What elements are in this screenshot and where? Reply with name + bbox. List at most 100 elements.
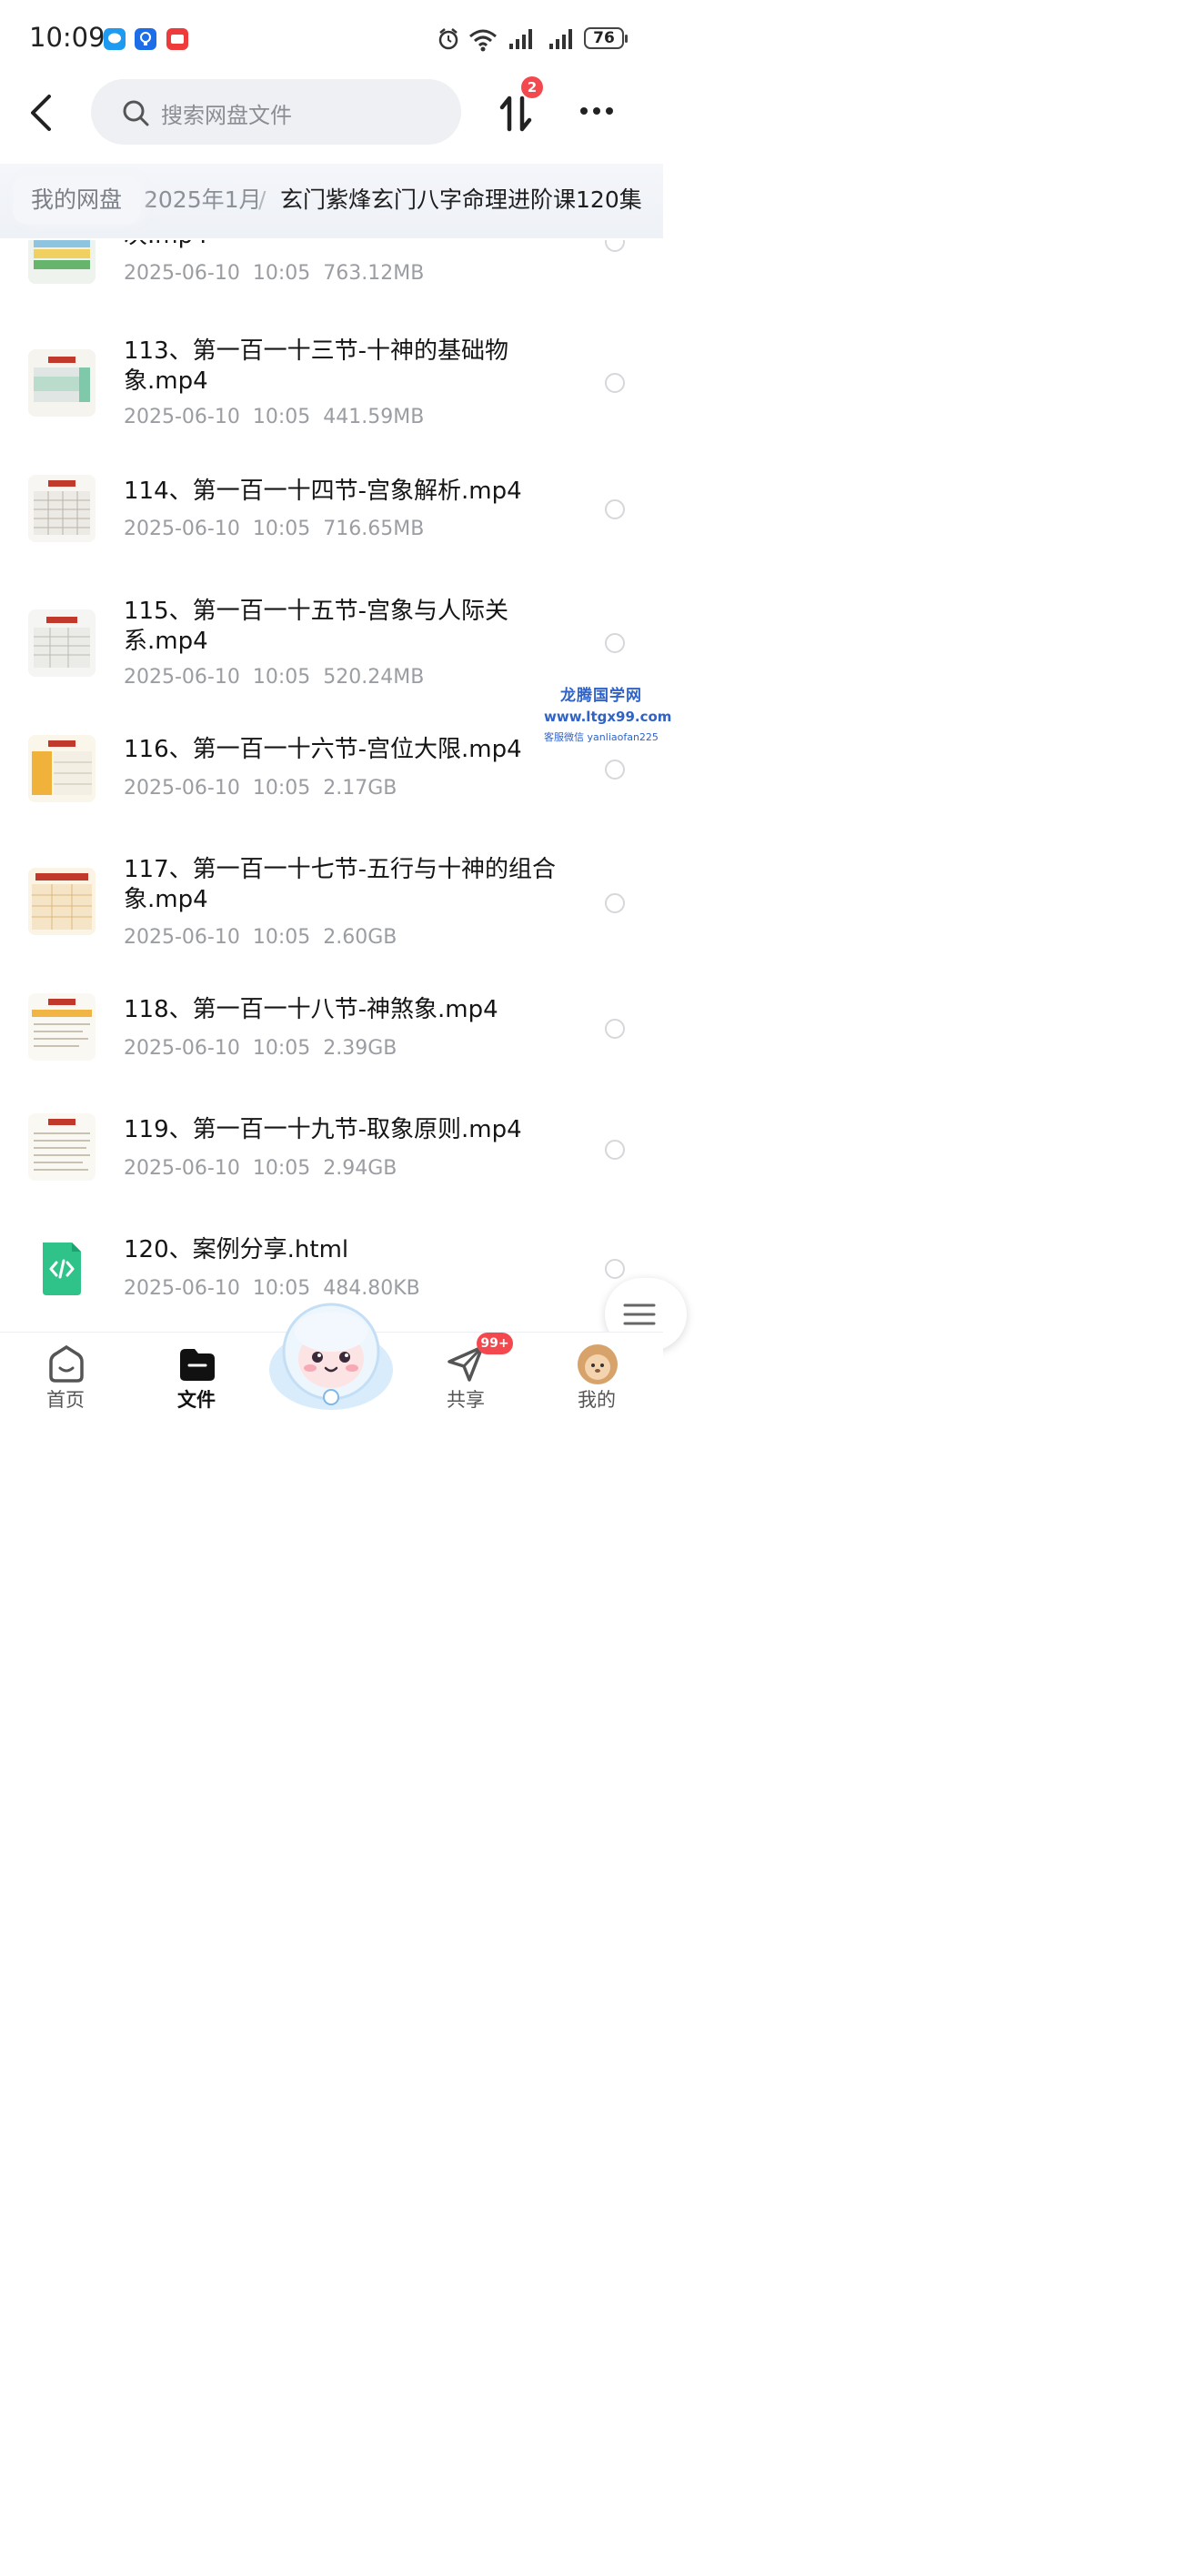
file-size: 2.17GB: [323, 777, 397, 800]
search-icon: [123, 100, 149, 126]
watermark-url: www.ltgx99.com: [544, 709, 672, 725]
file-date: 2025-06-10: [124, 777, 240, 800]
select-radio[interactable]: [605, 1259, 625, 1279]
file-size: 520.24MB: [323, 666, 425, 689]
file-meta: 2025-06-10 10:05 763.12MB: [124, 262, 437, 285]
file-size: 716.65MB: [323, 518, 425, 540]
file-date: 2025-06-10: [124, 1277, 240, 1300]
select-radio[interactable]: [605, 1140, 625, 1160]
share-badge: 99+: [477, 1333, 513, 1354]
file-date: 2025-06-10: [124, 1037, 240, 1060]
file-meta: 2025-06-10 10:05 2.60GB: [124, 926, 409, 949]
list-item[interactable]: 次.mp4 2025-06-10 10:05 763.12MB: [0, 240, 663, 309]
video-thumbnail: [28, 349, 96, 417]
video-thumbnail: [28, 993, 96, 1061]
watermark-title: 龙腾国学网: [560, 687, 642, 705]
signal-icon: [509, 29, 532, 49]
signal-icon: [549, 29, 572, 49]
menu-lines-icon: [623, 1303, 656, 1325]
status-bar: 10:09 76: [0, 0, 663, 78]
video-thumbnail: [28, 735, 96, 802]
nav-label: 文件: [177, 1389, 216, 1411]
nav-item-files[interactable]: 文件: [151, 1333, 242, 1427]
bulb-icon: [135, 28, 156, 50]
back-button[interactable]: [25, 93, 58, 133]
list-item[interactable]: 114、第一百一十四节-宫象解析.mp4 2025-06-10 10:05 716.…: [0, 458, 663, 558]
select-radio[interactable]: [605, 633, 625, 653]
file-date: 2025-06-10: [124, 1157, 240, 1180]
chevron-left-icon: [31, 95, 51, 131]
status-time: 10:09: [29, 22, 106, 53]
breadcrumb-home[interactable]: 我的网盘: [13, 176, 141, 224]
nav-item-home[interactable]: 首页: [20, 1333, 111, 1427]
file-time: 10:05: [252, 1157, 311, 1180]
file-time: 10:05: [252, 666, 311, 689]
alarm-icon: [438, 28, 458, 50]
file-date: 2025-06-10: [124, 406, 240, 428]
file-date: 2025-06-10: [124, 666, 240, 689]
list-item[interactable]: 119、第一百一十九节-取象原则.mp4 2025-06-10 10:05 2.94…: [0, 1097, 663, 1197]
wifi-icon: [469, 29, 497, 52]
file-time: 10:05: [252, 777, 311, 800]
video-thumbnail: [28, 1113, 96, 1181]
file-list: 次.mp4 2025-06-10 10:05 763.12MB 113、第一百一十三…: [0, 240, 663, 1332]
file-size: 2.39GB: [323, 1037, 397, 1060]
message-icon: [104, 28, 126, 50]
nav-item-share[interactable]: 99+ 共享: [420, 1333, 513, 1427]
file-name: 次.mp4: [124, 240, 560, 251]
breadcrumb-parent[interactable]: 2025年1月: [144, 176, 262, 224]
more-button[interactable]: [578, 102, 619, 120]
file-meta: 2025-06-10 10:05 2.39GB: [124, 1037, 409, 1060]
file-time: 10:05: [252, 1037, 311, 1060]
file-name: 116、第一百一十六节-宫位大限.mp4: [124, 736, 522, 763]
assistant-mascot-button[interactable]: [267, 1295, 396, 1414]
video-thumbnail: [28, 868, 96, 935]
select-radio[interactable]: [605, 499, 625, 519]
video-thumbnail: [28, 240, 96, 284]
select-radio[interactable]: [605, 760, 625, 780]
search-placeholder: 搜索网盘文件: [161, 103, 292, 128]
watermark-contact: 客服微信 yanliaofan225: [544, 731, 659, 743]
file-name: 118、第一百一十八节-神煞象.mp4: [124, 996, 498, 1023]
battery-indicator: 76: [584, 27, 628, 49]
nav-label: 我的: [578, 1389, 616, 1411]
file-size: 2.94GB: [323, 1157, 397, 1180]
file-meta: 2025-06-10 10:05 441.59MB: [124, 406, 437, 428]
search-input[interactable]: 搜索网盘文件: [91, 79, 461, 145]
select-radio[interactable]: [605, 240, 625, 252]
home-icon: [49, 1344, 84, 1383]
file-meta: 2025-06-10 10:05 2.94GB: [124, 1157, 409, 1180]
file-time: 10:05: [252, 406, 311, 428]
select-radio[interactable]: [605, 373, 625, 393]
select-radio[interactable]: [605, 893, 625, 913]
file-name: 114、第一百一十四节-宫象解析.mp4: [124, 478, 522, 505]
file-name: 113、第一百一十三节-十神的基础物象.mp4: [124, 337, 509, 395]
select-radio[interactable]: [605, 1019, 625, 1039]
video-thumbnail: [28, 475, 96, 542]
file-name: 120、案例分享.html: [124, 1236, 349, 1263]
breadcrumb-current[interactable]: 玄门紫烽玄门八字命理进阶课120集: [280, 176, 642, 224]
avatar-icon: [578, 1344, 618, 1384]
video-icon: [166, 28, 188, 50]
transfer-list-button[interactable]: 2: [495, 76, 543, 136]
file-time: 10:05: [252, 926, 311, 949]
nav-item-mine[interactable]: 我的: [551, 1333, 642, 1427]
list-item[interactable]: 118、第一百一十八节-神煞象.mp4 2025-06-10 10:05 2.39G…: [0, 977, 663, 1077]
file-name: 119、第一百一十九节-取象原则.mp4: [124, 1116, 522, 1143]
file-date: 2025-06-10: [124, 518, 240, 540]
list-item[interactable]: 117、第一百一十七节-五行与十神的组合象.mp4 2025-06-10 10:0…: [0, 840, 663, 959]
watermark: 龙腾国学网 www.ltgx99.com 客服微信 yanliaofan225: [544, 682, 672, 744]
file-meta: 2025-06-10 10:05 716.65MB: [124, 518, 437, 540]
video-thumbnail: [28, 609, 96, 677]
file-meta: 2025-06-10 10:05 2.17GB: [124, 777, 409, 800]
file-name: 117、第一百一十七节-五行与十神的组合象.mp4: [124, 856, 557, 913]
more-dots-icon: [580, 107, 613, 115]
file-meta: 2025-06-10 10:05 520.24MB: [124, 666, 437, 689]
file-time: 10:05: [252, 262, 311, 285]
list-item[interactable]: 113、第一百一十三节-十神的基础物象.mp4 2025-06-10 10:05 4…: [0, 322, 663, 440]
file-size: 2.60GB: [323, 926, 397, 949]
file-time: 10:05: [252, 518, 311, 540]
nav-label: 共享: [447, 1389, 485, 1411]
file-date: 2025-06-10: [124, 262, 240, 285]
html-file-icon: [28, 1233, 96, 1301]
